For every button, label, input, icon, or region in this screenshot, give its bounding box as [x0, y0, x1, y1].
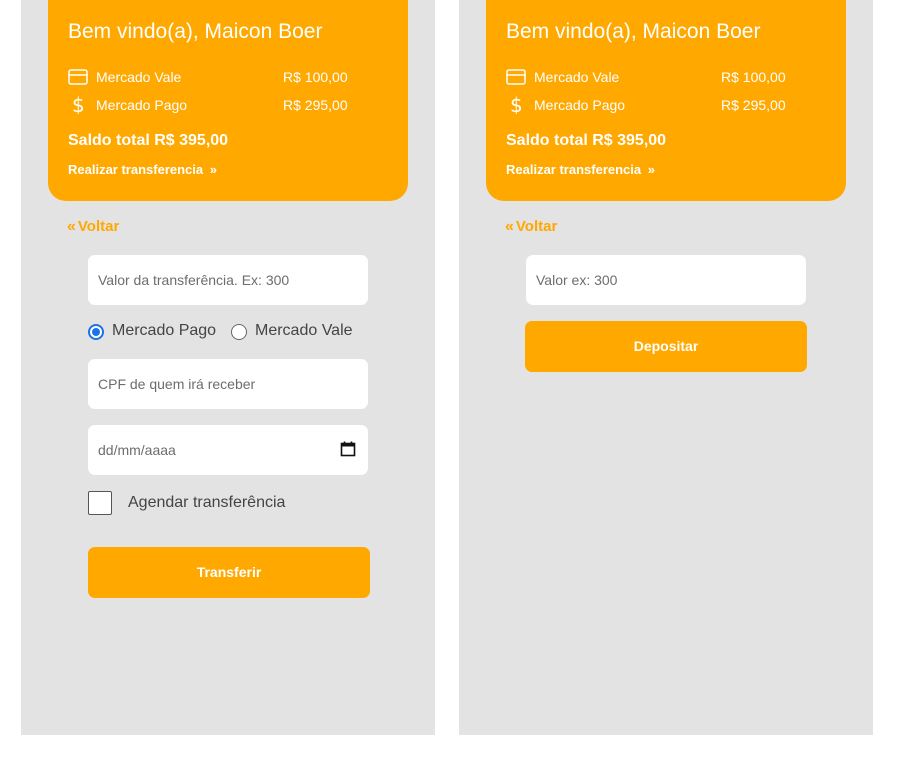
transfer-button[interactable]: Transferir [88, 547, 370, 598]
account-name: Mercado Vale [96, 69, 182, 85]
chevron-double-left-icon: « [505, 218, 514, 235]
deposit-panel: Bem vindo(a), Maicon Boer Mercado Vale R… [459, 0, 873, 735]
radio-label: Mercado Pago [112, 322, 217, 339]
svg-text:$: $ [510, 96, 523, 114]
balance-card: Bem vindo(a), Maicon Boer Mercado Vale R… [486, 0, 846, 201]
radio-mercado-pago[interactable] [88, 324, 104, 340]
account-name: Mercado Pago [96, 97, 188, 113]
credit-card-icon [68, 69, 88, 85]
transfer-link-label: Realizar transferencia [68, 162, 204, 177]
welcome-title: Bem vindo(a), Maicon Boer [506, 20, 761, 43]
transfer-amount-input[interactable] [88, 255, 368, 305]
transfer-link[interactable]: Realizar transferencia » [506, 162, 655, 177]
deposit-amount-input[interactable] [526, 255, 806, 305]
svg-text:$: $ [72, 96, 85, 114]
back-label: Voltar [515, 218, 558, 235]
balance-card: Bem vindo(a), Maicon Boer Mercado Vale R… [48, 0, 408, 201]
dollar-icon: $ [72, 96, 85, 114]
account-row-mercado-pago: $ Mercado Pago R$ 295,00 [506, 94, 806, 116]
credit-card-icon [506, 69, 526, 85]
dollar-icon: $ [510, 96, 523, 114]
account-value: R$ 100,00 [721, 69, 786, 85]
account-value: R$ 100,00 [283, 69, 348, 85]
date-field[interactable]: dd/mm/aaaa [88, 425, 368, 475]
account-value: R$ 295,00 [283, 97, 348, 113]
schedule-label: Agendar transferência [128, 494, 286, 511]
calendar-icon[interactable] [340, 441, 356, 457]
date-input[interactable]: dd/mm/aaaa [88, 425, 368, 475]
transfer-link[interactable]: Realizar transferencia » [68, 162, 217, 177]
schedule-checkbox[interactable] [88, 491, 112, 515]
back-link[interactable]: «Voltar [67, 218, 119, 236]
back-label: Voltar [77, 218, 120, 235]
chevron-double-right-icon: » [209, 162, 217, 177]
welcome-title: Bem vindo(a), Maicon Boer [68, 20, 323, 43]
back-link[interactable]: «Voltar [505, 218, 557, 236]
deposit-button[interactable]: Depositar [525, 321, 807, 372]
total-balance: Saldo total R$ 395,00 [506, 132, 667, 149]
total-balance: Saldo total R$ 395,00 [68, 132, 229, 149]
account-value: R$ 295,00 [721, 97, 786, 113]
chevron-double-right-icon: » [647, 162, 655, 177]
radio-mercado-vale[interactable] [231, 324, 247, 340]
account-row-mercado-vale: Mercado Vale R$ 100,00 [506, 66, 806, 88]
account-row-mercado-pago: $ Mercado Pago R$ 295,00 [68, 94, 368, 116]
account-name: Mercado Pago [534, 97, 626, 113]
chevron-double-left-icon: « [67, 218, 76, 235]
radio-label: Mercado Vale [255, 322, 353, 339]
transfer-panel: Bem vindo(a), Maicon Boer Mercado Vale R… [21, 0, 435, 735]
cpf-input[interactable] [88, 359, 368, 409]
transfer-link-label: Realizar transferencia [506, 162, 642, 177]
account-row-mercado-vale: Mercado Vale R$ 100,00 [68, 66, 368, 88]
account-name: Mercado Vale [534, 69, 620, 85]
